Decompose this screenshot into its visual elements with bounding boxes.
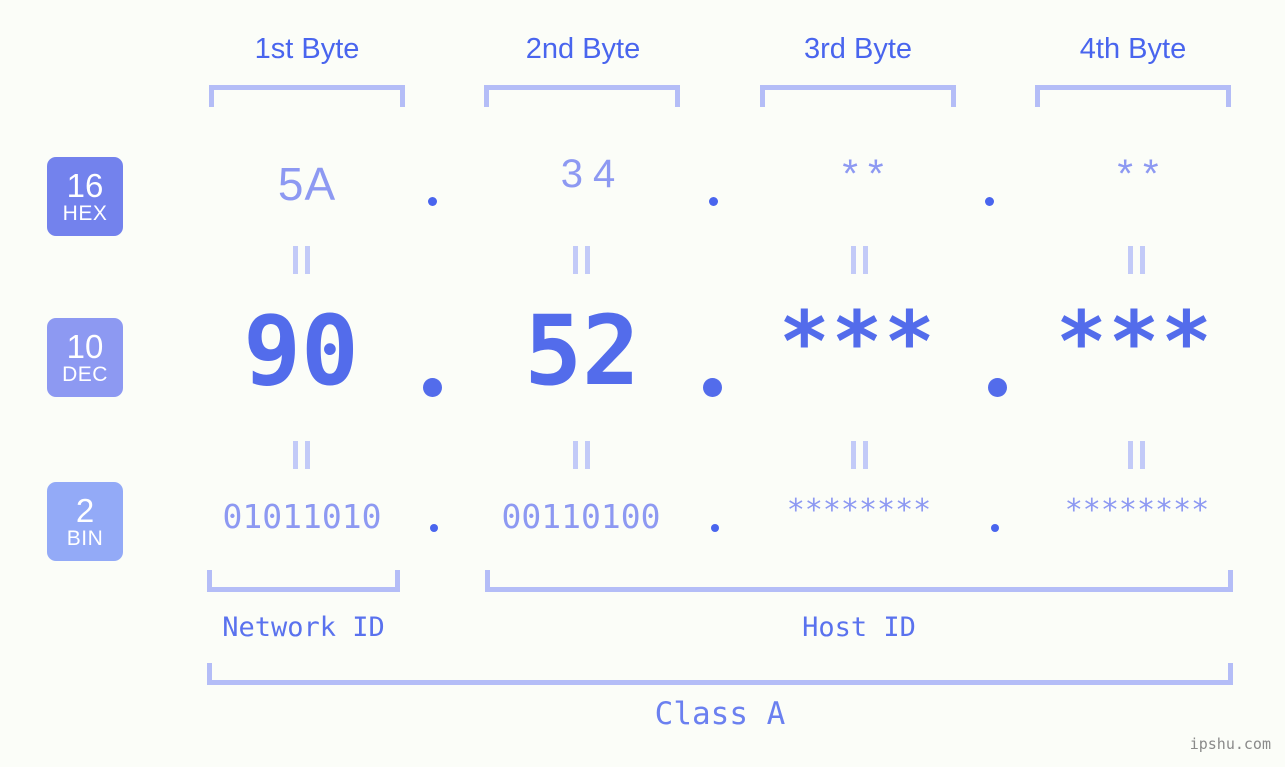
base-badge-bin-name: BIN (66, 527, 104, 550)
hex-dot-1 (428, 197, 437, 206)
class-label: Class A (654, 696, 786, 732)
hex-byte-3: ** (842, 152, 894, 196)
bin-byte-1: 01011010 (222, 497, 382, 536)
byte-header-1: 1st Byte (254, 33, 360, 65)
bin-dot-3 (991, 524, 999, 532)
watermark: ipshu.com (1189, 735, 1271, 753)
hex-byte-2: 34 (560, 152, 626, 196)
base-badge-hex-number: 16 (66, 167, 104, 204)
hex-dot-2 (709, 197, 718, 206)
bin-byte-4: ******** (1064, 493, 1210, 528)
hex-byte-1: 5A (277, 158, 337, 210)
dec-dot-1 (423, 378, 442, 397)
hex-byte-4: ** (1117, 152, 1169, 196)
equals-connector-hex-dec-3 (851, 246, 868, 274)
base-badge-dec-number: 10 (66, 328, 104, 365)
byte-bracket-3 (760, 85, 956, 107)
dec-byte-2: 52 (524, 295, 640, 407)
dec-byte-1: 90 (243, 295, 359, 407)
bin-dot-2 (711, 524, 719, 532)
byte-header-3: 3rd Byte (804, 33, 912, 65)
base-badge-bin: 2 BIN (47, 482, 123, 561)
byte-header-2: 2nd Byte (525, 33, 641, 65)
byte-bracket-4 (1035, 85, 1231, 107)
base-badge-bin-number: 2 (75, 492, 95, 529)
base-badge-dec-name: DEC (62, 363, 108, 386)
equals-connector-hex-dec-4 (1128, 246, 1145, 274)
network-id-label: Network ID (222, 612, 385, 643)
equals-connector-dec-bin-3 (851, 441, 868, 469)
bin-byte-3: ******** (786, 493, 932, 528)
bin-byte-2: 00110100 (501, 497, 661, 536)
dec-dot-2 (703, 378, 722, 397)
dec-dot-3 (988, 378, 1007, 397)
equals-connector-dec-bin-4 (1128, 441, 1145, 469)
base-badge-dec: 10 DEC (47, 318, 123, 397)
byte-header-4: 4th Byte (1079, 33, 1187, 65)
equals-connector-dec-bin-1 (293, 441, 310, 469)
equals-connector-hex-dec-2 (573, 246, 590, 274)
dec-byte-3: *** (779, 293, 937, 391)
base-badge-hex-name: HEX (62, 202, 108, 225)
class-bracket (207, 663, 1233, 685)
byte-bracket-1 (209, 85, 405, 107)
dec-byte-4: *** (1056, 293, 1214, 391)
ip-address-breakdown-diagram: 1st Byte 2nd Byte 3rd Byte 4th Byte 16 H… (0, 0, 1285, 767)
equals-connector-hex-dec-1 (293, 246, 310, 274)
host-id-label: Host ID (802, 612, 916, 643)
byte-bracket-2 (484, 85, 680, 107)
network-id-bracket (207, 570, 400, 592)
hex-dot-3 (985, 197, 994, 206)
bin-dot-1 (430, 524, 438, 532)
equals-connector-dec-bin-2 (573, 441, 590, 469)
host-id-bracket (485, 570, 1233, 592)
base-badge-hex: 16 HEX (47, 157, 123, 236)
